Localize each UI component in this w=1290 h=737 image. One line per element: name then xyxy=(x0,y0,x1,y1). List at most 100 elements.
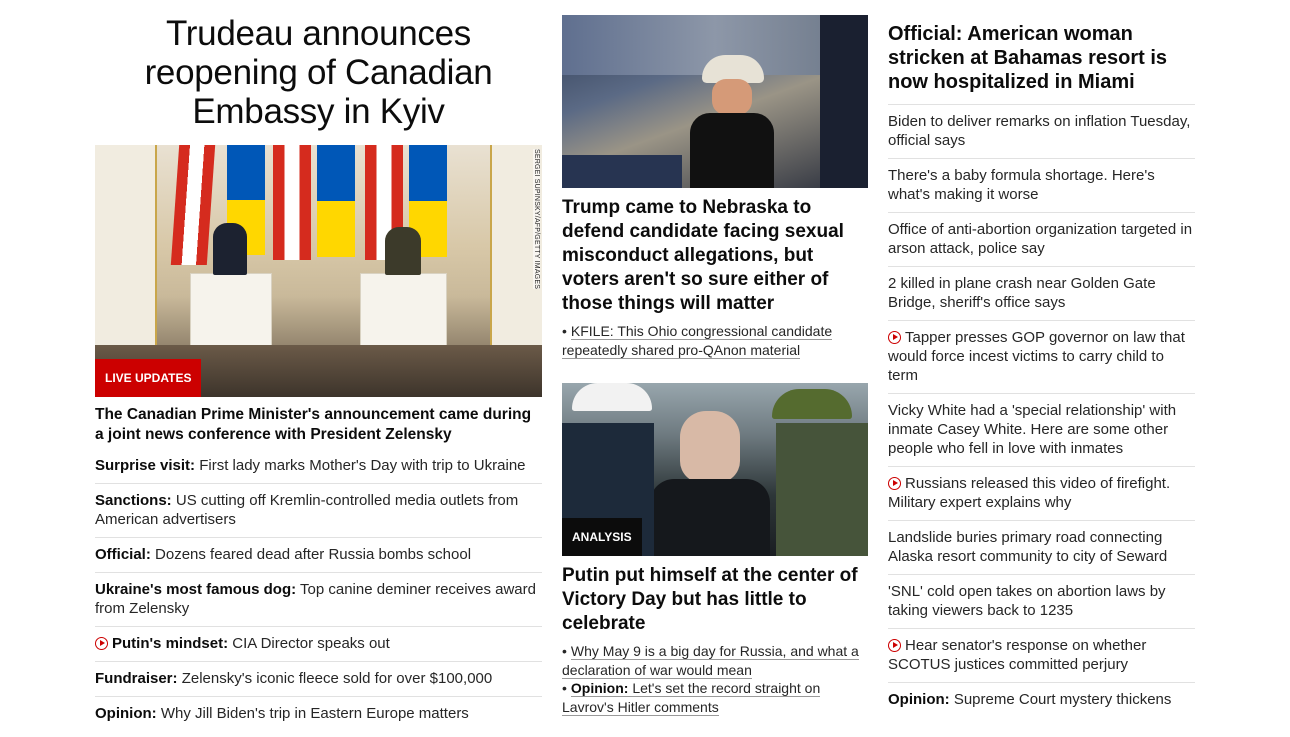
list-item-link[interactable]: Ukraine's most famous dog: Top canine de… xyxy=(95,581,536,617)
list-item-link[interactable]: 2 killed in plane crash near Golden Gate… xyxy=(888,275,1156,311)
officer-cap xyxy=(572,383,652,411)
lead-column: Trudeau announces reopening of Canadian … xyxy=(95,0,542,731)
item-kicker: Putin's mindset: xyxy=(112,635,229,652)
speaker-vest xyxy=(690,113,774,188)
item-text: First lady marks Mother's Day with trip … xyxy=(199,457,526,474)
podium-right xyxy=(360,273,447,355)
bullet: • xyxy=(562,680,567,696)
podium-left xyxy=(190,273,272,355)
list-item-link[interactable]: Surprise visit: First lady marks Mother'… xyxy=(95,457,526,474)
list-item-link[interactable]: Biden to deliver remarks on inflation Tu… xyxy=(888,113,1190,149)
related-link-item[interactable]: • Why May 9 is a big day for Russia, and … xyxy=(562,642,868,679)
speaker-face xyxy=(712,79,752,115)
lead-subhead[interactable]: The Canadian Prime Minister's announceme… xyxy=(95,405,542,445)
list-item-link[interactable]: Fundraiser: Zelensky's iconic fleece sol… xyxy=(95,670,492,687)
trump-related-links: • KFILE: This Ohio congressional candidat… xyxy=(562,322,868,359)
list-item[interactable]: Office of anti-abortion organization tar… xyxy=(888,212,1195,266)
related-link-item[interactable]: • KFILE: This Ohio congressional candidat… xyxy=(562,322,868,359)
list-item[interactable]: Surprise visit: First lady marks Mother'… xyxy=(95,449,542,483)
speaker-figure xyxy=(385,227,421,275)
item-kicker: Fundraiser: xyxy=(95,670,178,687)
list-item[interactable]: Opinion: Supreme Court mystery thickens xyxy=(888,682,1195,717)
play-video-icon xyxy=(888,331,901,344)
list-item-link[interactable]: Russians released this video of firefigh… xyxy=(888,475,1170,511)
bullet: • xyxy=(562,323,567,339)
list-item[interactable]: There's a baby formula shortage. Here's … xyxy=(888,158,1195,212)
list-item[interactable]: Putin's mindset: CIA Director speaks out xyxy=(95,626,542,661)
speaker-figure xyxy=(213,223,247,275)
item-text: Why Jill Biden's trip in Eastern Europe … xyxy=(160,705,469,722)
right-headline-link[interactable]: Official: American woman stricken at Bah… xyxy=(888,23,1167,93)
putin-related-links: • Why May 9 is a big day for Russia, and … xyxy=(562,642,868,716)
list-item[interactable]: Vicky White had a 'special relationship'… xyxy=(888,393,1195,466)
trump-story-link[interactable]: Trump came to Nebraska to defend candida… xyxy=(562,197,844,314)
middle-column: Trump came to Nebraska to defend candida… xyxy=(562,0,868,716)
lead-image[interactable]: SERGEI SUPINSKY/AFP/GETTY IMAGES LIVE UP… xyxy=(95,145,542,397)
officer-uniform xyxy=(776,423,868,556)
bullet: • xyxy=(562,643,567,659)
list-item[interactable]: Sanctions: US cutting off Kremlin-contro… xyxy=(95,483,542,537)
list-item-link[interactable]: Office of anti-abortion organization tar… xyxy=(888,221,1192,257)
image-credit: SERGEI SUPINSKY/AFP/GETTY IMAGES xyxy=(533,149,540,290)
lead-subhead-link[interactable]: The Canadian Prime Minister's announceme… xyxy=(95,406,531,443)
story-card-trump: Trump came to Nebraska to defend candida… xyxy=(562,15,868,359)
item-text: CIA Director speaks out xyxy=(232,635,390,652)
trump-story-headline[interactable]: Trump came to Nebraska to defend candida… xyxy=(562,196,868,316)
related-link[interactable]: KFILE: This Ohio congressional candidate… xyxy=(562,323,833,359)
list-item-link[interactable]: Opinion: Supreme Court mystery thickens xyxy=(888,691,1171,708)
related-link[interactable]: Opinion: Let's set the record straight o… xyxy=(562,680,821,716)
list-item[interactable]: Biden to deliver remarks on inflation Tu… xyxy=(888,105,1195,158)
item-kicker: Surprise visit: xyxy=(95,457,196,474)
list-item-link[interactable]: There's a baby formula shortage. Here's … xyxy=(888,167,1155,203)
list-item-link[interactable]: Official: Dozens feared dead after Russi… xyxy=(95,546,471,563)
list-item-link[interactable]: Putin's mindset: CIA Director speaks out xyxy=(95,635,390,652)
related-link-item[interactable]: • Opinion: Let's set the record straight … xyxy=(562,679,868,716)
play-video-icon xyxy=(95,637,108,650)
list-item-link[interactable]: Sanctions: US cutting off Kremlin-contro… xyxy=(95,492,518,528)
list-item-link[interactable]: Opinion: Why Jill Biden's trip in Easter… xyxy=(95,705,469,722)
list-item[interactable]: Landslide buries primary road connecting… xyxy=(888,520,1195,574)
item-kicker: Opinion: xyxy=(888,691,950,708)
story-card-putin: ANALYSIS Putin put himself at the center… xyxy=(562,383,868,716)
item-text: Hear senator's response on whether SCOTU… xyxy=(888,637,1147,673)
item-text: Russians released this video of firefigh… xyxy=(888,475,1171,511)
putin-coat xyxy=(650,479,770,556)
list-item[interactable]: Russians released this video of firefigh… xyxy=(888,466,1195,520)
lead-headline[interactable]: Trudeau announces reopening of Canadian … xyxy=(95,14,542,131)
putin-story-headline[interactable]: Putin put himself at the center of Victo… xyxy=(562,564,868,636)
list-item[interactable]: Tapper presses GOP governor on law that … xyxy=(888,320,1195,393)
list-item[interactable]: Opinion: Why Jill Biden's trip in Easter… xyxy=(95,696,542,731)
lead-headline-link[interactable]: Trudeau announces reopening of Canadian … xyxy=(145,14,493,131)
item-text: Tapper presses GOP governor on law that … xyxy=(888,329,1185,384)
item-text: Dozens feared dead after Russia bombs sc… xyxy=(155,546,472,563)
list-item-link[interactable]: Vicky White had a 'special relationship'… xyxy=(888,402,1176,457)
live-updates-badge[interactable]: LIVE UPDATES xyxy=(95,359,202,397)
putin-face xyxy=(680,411,740,483)
list-item[interactable]: 2 killed in plane crash near Golden Gate… xyxy=(888,266,1195,320)
right-headline-list: Biden to deliver remarks on inflation Tu… xyxy=(888,105,1195,717)
item-kicker: Sanctions: xyxy=(95,492,172,509)
list-item-link[interactable]: Tapper presses GOP governor on law that … xyxy=(888,329,1185,384)
list-item-link[interactable]: 'SNL' cold open takes on abortion laws b… xyxy=(888,583,1166,619)
list-item[interactable]: Fundraiser: Zelensky's iconic fleece sol… xyxy=(95,661,542,696)
item-kicker: Opinion: xyxy=(95,705,157,722)
list-item-link[interactable]: Hear senator's response on whether SCOTU… xyxy=(888,637,1146,673)
item-text: Zelensky's iconic fleece sold for over $… xyxy=(181,670,493,687)
putin-story-link[interactable]: Putin put himself at the center of Victo… xyxy=(562,565,858,634)
right-headline[interactable]: Official: American woman stricken at Bah… xyxy=(888,22,1195,105)
related-link[interactable]: Why May 9 is a big day for Russia, and w… xyxy=(562,643,859,679)
putin-victory-day-image[interactable]: ANALYSIS xyxy=(562,383,868,556)
item-kicker: Ukraine's most famous dog: xyxy=(95,581,297,598)
list-item[interactable]: Ukraine's most famous dog: Top canine de… xyxy=(95,572,542,626)
podium-banner xyxy=(562,155,682,188)
door-left xyxy=(95,145,157,345)
list-item[interactable]: Official: Dozens feared dead after Russi… xyxy=(95,537,542,572)
lead-related-list: Surprise visit: First lady marks Mother'… xyxy=(95,449,542,731)
right-column: Official: American woman stricken at Bah… xyxy=(888,0,1195,717)
analysis-badge[interactable]: ANALYSIS xyxy=(562,518,642,556)
item-kicker: Opinion: xyxy=(570,680,629,696)
trump-rally-image[interactable] xyxy=(562,15,868,188)
list-item[interactable]: Hear senator's response on whether SCOTU… xyxy=(888,628,1195,682)
list-item[interactable]: 'SNL' cold open takes on abortion laws b… xyxy=(888,574,1195,628)
list-item-link[interactable]: Landslide buries primary road connecting… xyxy=(888,529,1167,565)
